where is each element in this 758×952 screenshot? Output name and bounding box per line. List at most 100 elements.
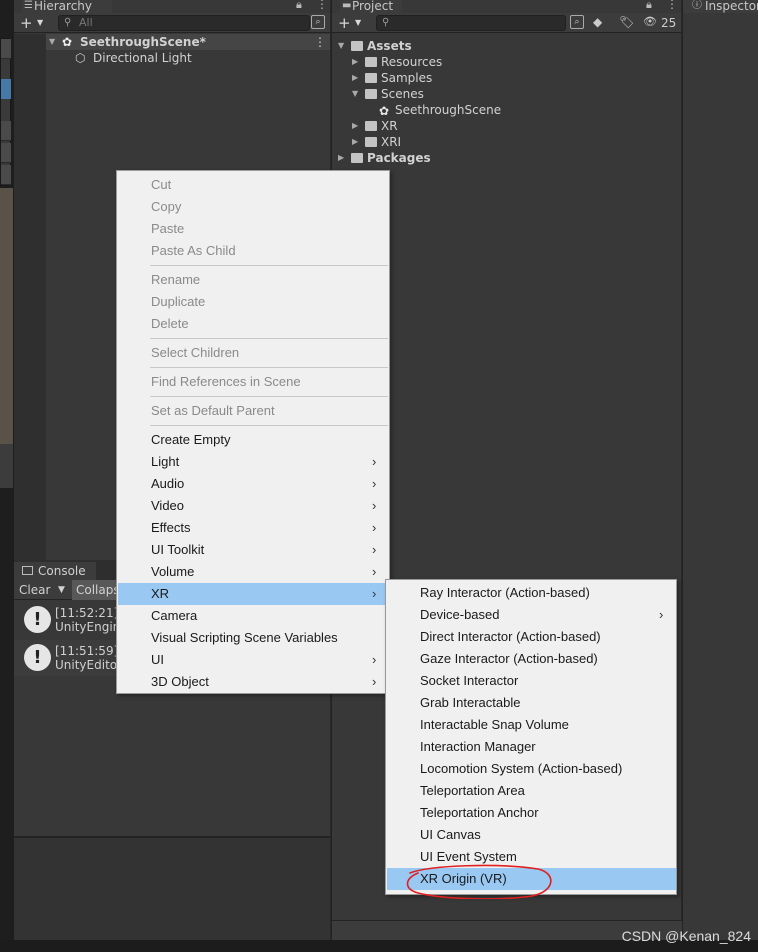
label-tag-icon[interactable]: 🏷︎ [619, 15, 634, 29]
chevron-right-icon: › [372, 652, 377, 667]
menu-item-socket-interactor[interactable]: Socket Interactor [387, 670, 676, 692]
tree-item-label: Scenes [381, 87, 424, 101]
project-tree: ▼ Assets ▶ Resources ▶ Samples ▼ Scenes … [332, 34, 682, 174]
menu-separator [150, 338, 388, 339]
hierarchy-search-input[interactable]: ⚲ All [58, 15, 310, 31]
search-icon: ⚲ [64, 17, 72, 28]
tab-console[interactable]: Console [14, 562, 96, 580]
menu-item-teleportation-area[interactable]: Teleportation Area [387, 780, 676, 802]
more-options-icon[interactable]: ⋮ [666, 0, 678, 11]
menu-item-snap-volume[interactable]: Interactable Snap Volume [387, 714, 676, 736]
menu-item-effects[interactable]: Effects › [118, 517, 389, 539]
menu-item-label: Delete [151, 316, 189, 331]
create-dropdown-button[interactable]: + ▼ [20, 13, 46, 33]
scene-mini-toolbar[interactable] [0, 444, 13, 488]
collapsed-arrow-icon[interactable]: ▶ [352, 54, 358, 70]
menu-item-device-based[interactable]: Device-based › [387, 604, 676, 626]
menu-item-paste-as-child[interactable]: Paste As Child [118, 240, 389, 262]
menu-item-volume[interactable]: Volume › [118, 561, 389, 583]
menu-item-delete[interactable]: Delete [118, 313, 389, 335]
menu-item-camera[interactable]: Camera [118, 605, 389, 627]
menu-item-label: Duplicate [151, 294, 206, 309]
hierarchy-item-label: Directional Light [93, 51, 192, 65]
scene-tool-palette[interactable] [0, 38, 11, 186]
search-by-type-icon[interactable]: ⌕ [570, 15, 584, 29]
expand-arrow-icon[interactable]: ▼ [49, 34, 55, 50]
tree-item-label: Packages [367, 151, 431, 165]
scene-viewport[interactable] [0, 188, 13, 444]
menu-item-ray-interactor[interactable]: Ray Interactor (Action-based) [387, 582, 676, 604]
collapse-button[interactable]: Collapse [72, 580, 122, 600]
hierarchy-toolbar: + ▼ ⚲ All ⌕ [14, 13, 330, 33]
menu-item-create-empty[interactable]: Create Empty [118, 429, 389, 451]
list-icon: ☰ [24, 0, 33, 11]
collapsed-arrow-icon[interactable]: ▶ [352, 134, 358, 150]
lock-icon[interactable]: 🔒︎ [646, 0, 652, 12]
menu-item-label: Create Empty [151, 432, 231, 447]
collapsed-arrow-icon[interactable]: ▶ [338, 150, 344, 166]
project-search-input[interactable]: ⚲ [376, 15, 566, 31]
menu-item-3d-object[interactable]: 3D Object › [118, 671, 389, 693]
search-by-type-icon[interactable]: ⌕ [311, 15, 325, 29]
scene-more-icon[interactable]: ⋮ [314, 34, 326, 50]
menu-item-interaction-manager[interactable]: Interaction Manager [387, 736, 676, 758]
menu-item-label: Grab Interactable [420, 695, 521, 710]
expand-arrow-icon[interactable]: ▼ [338, 38, 344, 54]
active-tool-button[interactable] [1, 79, 11, 99]
menu-item-label: Direct Interactor (Action-based) [420, 629, 601, 644]
menu-separator [150, 396, 388, 397]
menu-item-light[interactable]: Light › [118, 451, 389, 473]
menu-item-copy[interactable]: Copy [118, 196, 389, 218]
menu-item-ui[interactable]: UI › [118, 649, 389, 671]
hidden-packages-eye-icon[interactable]: 👁︎ [643, 15, 657, 28]
inspector-tab-label: Inspector [705, 0, 758, 13]
menu-item-label: Video [151, 498, 185, 513]
menu-item-label: Ray Interactor (Action-based) [420, 585, 590, 600]
menu-item-rename[interactable]: Rename [118, 269, 389, 291]
clear-button[interactable]: Clear [15, 580, 54, 600]
xr-submenu: Ray Interactor (Action-based) Device-bas… [385, 579, 677, 895]
chevron-right-icon: › [372, 674, 377, 689]
menu-item-grab-interactable[interactable]: Grab Interactable [387, 692, 676, 714]
menu-item-label: UI Toolkit [151, 542, 205, 557]
clear-options-dropdown-icon[interactable]: ▼ [54, 580, 69, 600]
menu-item-gaze-interactor[interactable]: Gaze Interactor (Action-based) [387, 648, 676, 670]
menu-item-duplicate[interactable]: Duplicate [118, 291, 389, 313]
create-dropdown-button[interactable]: + ▼ [338, 13, 364, 33]
warning-icon: ! [24, 644, 51, 671]
expand-arrow-icon[interactable]: ▼ [352, 86, 358, 102]
watermark-text: CSDN @Kenan_824 [621, 928, 751, 944]
tab-inspector[interactable]: ⓘ Inspector [683, 0, 758, 13]
scene-name: SeethroughScene* [80, 35, 206, 49]
hierarchy-item[interactable]: ⬡ Directional Light [46, 50, 330, 66]
tab-project[interactable]: ▬ Project [340, 0, 402, 13]
inspector-panel: ⓘ Inspector [682, 0, 758, 952]
scene-row[interactable]: ▼ ✿ SeethroughScene* ⋮ [46, 34, 330, 50]
folder-icon [365, 57, 377, 67]
menu-item-ui-canvas[interactable]: UI Canvas [387, 824, 676, 846]
tab-hierarchy[interactable]: ☰ Hierarchy [22, 0, 112, 13]
menu-item-paste[interactable]: Paste [118, 218, 389, 240]
lock-icon[interactable]: 🔒︎ [296, 0, 302, 12]
menu-item-audio[interactable]: Audio › [118, 473, 389, 495]
more-options-icon[interactable]: ⋮ [316, 0, 328, 11]
menu-item-locomotion-system[interactable]: Locomotion System (Action-based) [387, 758, 676, 780]
menu-item-label: Paste As Child [151, 243, 236, 258]
filter-type-icon[interactable]: ◆ [593, 15, 602, 29]
menu-item-cut[interactable]: Cut [118, 174, 389, 196]
menu-item-find-references[interactable]: Find References in Scene [118, 371, 389, 393]
menu-item-direct-interactor[interactable]: Direct Interactor (Action-based) [387, 626, 676, 648]
menu-item-select-children[interactable]: Select Children [118, 342, 389, 364]
plus-icon: + [20, 14, 33, 32]
menu-item-ui-toolkit[interactable]: UI Toolkit › [118, 539, 389, 561]
collapsed-arrow-icon[interactable]: ▶ [352, 70, 358, 86]
menu-item-xr[interactable]: XR › [118, 583, 389, 605]
console-icon [22, 566, 33, 575]
menu-item-label: Device-based [420, 607, 500, 622]
menu-item-teleportation-anchor[interactable]: Teleportation Anchor [387, 802, 676, 824]
menu-item-set-default-parent[interactable]: Set as Default Parent [118, 400, 389, 422]
menu-item-video[interactable]: Video › [118, 495, 389, 517]
menu-separator [150, 425, 388, 426]
menu-item-visual-scripting[interactable]: Visual Scripting Scene Variables [118, 627, 389, 649]
collapsed-arrow-icon[interactable]: ▶ [352, 118, 358, 134]
